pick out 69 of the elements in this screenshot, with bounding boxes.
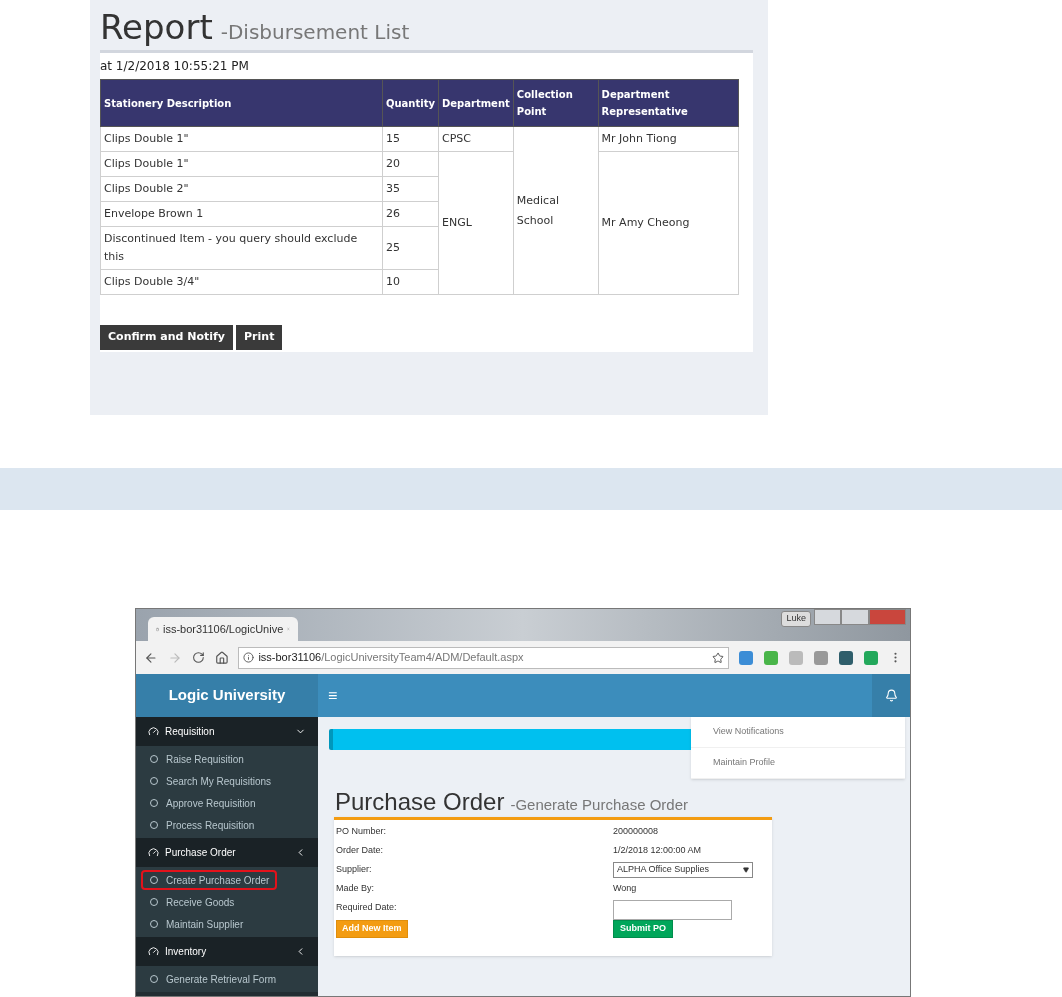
- menu-item[interactable]: View Notifications: [691, 717, 905, 748]
- sidebar-item[interactable]: Raise Requisition: [141, 749, 252, 769]
- forward-icon[interactable]: [167, 650, 182, 665]
- table-cell: Clips Double 3/4": [100, 269, 383, 295]
- browser-tab[interactable]: iss-bor31106/LogicUnive: [148, 617, 298, 641]
- report-timestamp: at 1/2/2018 10:55:21 PM: [100, 58, 250, 75]
- column-header: Department Representative: [598, 79, 739, 127]
- sidebar-item[interactable]: Process Requisition: [141, 815, 263, 835]
- dropdown-icon: [743, 866, 749, 873]
- table-cell: Clips Double 1": [100, 151, 383, 177]
- address-bar[interactable]: iss-bor31106/LogicUniversityTeam4/ADM/Default.aspx: [238, 646, 729, 669]
- menu-item[interactable]: Maintain Profile: [691, 748, 905, 779]
- column-header: Stationery Description: [100, 79, 383, 127]
- table-cell: Mr Amy Cheong: [598, 151, 739, 295]
- home-icon[interactable]: [214, 650, 229, 665]
- action-button[interactable]: Print: [236, 325, 283, 350]
- supplier-select[interactable]: ALPHA Office Supplies: [613, 861, 753, 878]
- column-header: Collection Point: [513, 79, 599, 127]
- table-cell: Discontinued Item - you query should exclude this: [100, 226, 383, 270]
- extension-icon[interactable]: [739, 650, 753, 665]
- table-cell: Mr John Tiong: [598, 126, 739, 152]
- bell-icon: [884, 689, 898, 702]
- sidebar-item[interactable]: Search My Requisitions: [141, 771, 280, 791]
- extension-icon[interactable]: [864, 650, 878, 665]
- sidebar-item[interactable]: Maintain Supplier: [141, 914, 252, 934]
- dashboard-icon: [148, 946, 159, 957]
- user-badge: Luke: [781, 611, 811, 627]
- table-cell: CPSC: [438, 126, 514, 152]
- field-label: Order Date:: [336, 843, 385, 857]
- notification-button[interactable]: [872, 674, 910, 717]
- app-brand[interactable]: Logic University: [136, 674, 318, 717]
- sidebar-section[interactable]: Purchase Order: [136, 838, 318, 867]
- sidebar-section[interactable]: Inventory: [136, 937, 318, 966]
- url-path: /LogicUniversityTeam4/ADM/Default.aspx: [321, 651, 524, 664]
- page-subtitle: -Generate Purchase Order: [510, 795, 688, 815]
- back-icon[interactable]: [144, 650, 158, 665]
- table-cell: Clips Double 2": [100, 176, 383, 202]
- url-host: iss-bor31106: [258, 651, 322, 664]
- field-label: Made By:: [336, 881, 376, 895]
- sidebar-section[interactable]: Requisition: [136, 717, 318, 746]
- info-icon: [243, 652, 255, 663]
- sidebar-item[interactable]: Approve Requisition: [141, 793, 264, 813]
- page-subtitle: -Disbursement List: [220, 19, 410, 46]
- table-cell: Medical School: [513, 126, 599, 295]
- table-cell: Clips Double 1": [100, 126, 383, 152]
- reload-icon[interactable]: [191, 651, 205, 664]
- table-cell: Envelope Brown 1: [100, 201, 383, 227]
- field-value: 1/2/2018 12:00:00 AM: [613, 843, 702, 857]
- field-label: Supplier:: [336, 862, 373, 876]
- page-title: Report: [100, 6, 213, 49]
- page-title: Purchase Order: [335, 787, 505, 817]
- column-header: Quantity: [382, 79, 439, 127]
- table-cell: 20: [382, 151, 439, 177]
- extension-icon[interactable]: [839, 650, 853, 665]
- menu-toggle[interactable]: ≡: [318, 674, 348, 717]
- date-field[interactable]: [613, 900, 732, 920]
- sidebar-item[interactable]: Create Purchase Order: [141, 870, 278, 890]
- field-value: Wong: [613, 881, 637, 895]
- field-label: PO Number:: [336, 824, 387, 838]
- field-value: 200000008: [613, 824, 659, 838]
- table-cell: 15: [382, 126, 439, 152]
- action-button[interactable]: Confirm and Notify: [100, 325, 234, 350]
- window-controls[interactable]: [814, 609, 906, 625]
- dashboard-icon: [148, 847, 159, 858]
- dashboard-icon: [148, 726, 159, 737]
- star-icon[interactable]: [712, 651, 724, 664]
- sidebar-item[interactable]: Receive Goods: [141, 892, 243, 912]
- field-label: Required Date:: [336, 900, 398, 914]
- column-header: Department: [438, 79, 514, 127]
